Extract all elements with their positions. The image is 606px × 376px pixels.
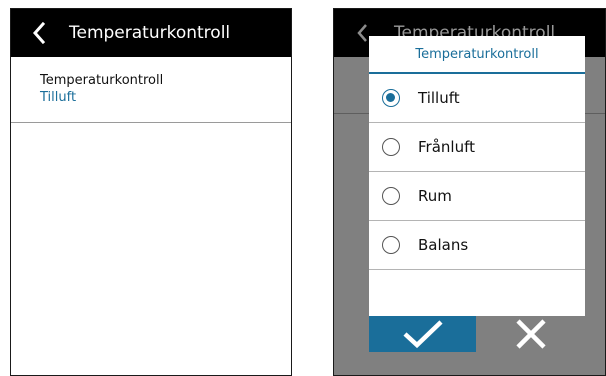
selection-dialog: Temperaturkontroll Tilluft Frånluft Rum … bbox=[369, 36, 585, 352]
radio-dot bbox=[386, 93, 395, 102]
confirm-button[interactable] bbox=[369, 316, 476, 352]
dialog-title: Temperaturkontroll bbox=[415, 47, 539, 62]
back-button[interactable] bbox=[25, 19, 53, 47]
chevron-left-icon bbox=[357, 24, 367, 42]
option-label: Tilluft bbox=[418, 89, 460, 107]
main-screen: Temperaturkontroll Temperaturkontroll Ti… bbox=[10, 8, 292, 376]
option-tilluft[interactable]: Tilluft bbox=[369, 74, 585, 123]
checkmark-icon bbox=[402, 320, 443, 349]
dialog-header: Temperaturkontroll bbox=[369, 36, 585, 74]
radio-button[interactable] bbox=[382, 187, 400, 205]
setting-value: Tilluft bbox=[40, 90, 77, 105]
option-label: Rum bbox=[418, 187, 452, 205]
option-label: Balans bbox=[418, 236, 469, 254]
radio-button[interactable] bbox=[382, 236, 400, 254]
header-bar: Temperaturkontroll bbox=[11, 9, 291, 57]
temperature-control-setting[interactable]: Temperaturkontroll Tilluft bbox=[11, 57, 291, 123]
radio-button[interactable] bbox=[382, 138, 400, 156]
close-icon bbox=[515, 319, 546, 349]
chevron-left-icon bbox=[32, 22, 46, 44]
option-franluft[interactable]: Frånluft bbox=[369, 123, 585, 172]
radio-button-checked[interactable] bbox=[382, 89, 400, 107]
cancel-button[interactable] bbox=[476, 316, 585, 352]
option-rum[interactable]: Rum bbox=[369, 172, 585, 221]
option-balans[interactable]: Balans bbox=[369, 221, 585, 270]
option-label: Frånluft bbox=[418, 138, 475, 156]
setting-label: Temperaturkontroll bbox=[40, 73, 164, 88]
page-title: Temperaturkontroll bbox=[69, 23, 231, 43]
